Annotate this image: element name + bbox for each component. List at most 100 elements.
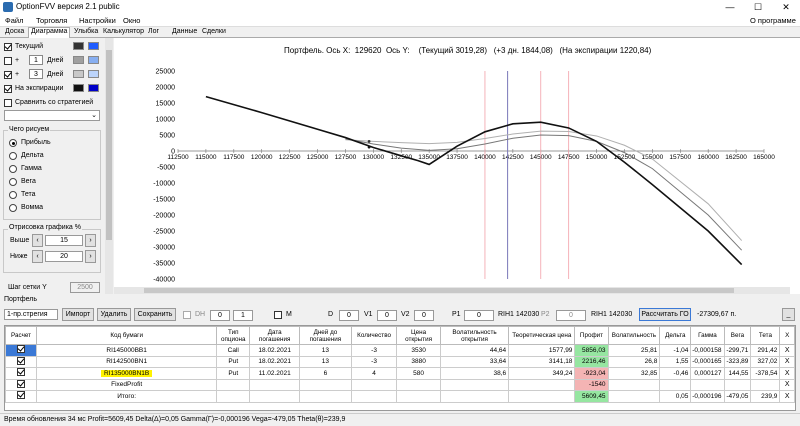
col-gamma[interactable]: Гамма: [690, 326, 725, 345]
col-qty[interactable]: Количество: [350, 326, 398, 345]
cell-x[interactable]: X: [779, 344, 795, 357]
col-calc[interactable]: Расчет: [4, 326, 38, 345]
tab-board[interactable]: Доска: [3, 28, 26, 38]
plus1-color-swatch[interactable]: [73, 56, 84, 64]
above-decrement-button[interactable]: ‹: [32, 234, 43, 247]
col-vega[interactable]: Вега: [723, 326, 752, 345]
row-calc-cell[interactable]: [4, 390, 38, 403]
m-checkbox[interactable]: [274, 311, 282, 319]
col-x[interactable]: X: [779, 326, 795, 345]
plus1-days-input[interactable]: 1: [29, 55, 43, 65]
tab-deals[interactable]: Сделки: [200, 28, 228, 38]
cell-x[interactable]: X: [779, 378, 795, 391]
current-checkbox[interactable]: [4, 42, 12, 51]
col-vol[interactable]: Волатильность: [607, 326, 661, 345]
d-input[interactable]: 0: [339, 310, 359, 321]
left-panel-scrollbar[interactable]: [105, 38, 113, 294]
cell-x[interactable]: X: [779, 355, 795, 368]
row-calc-checkbox[interactable]: [17, 345, 26, 354]
menu-settings[interactable]: Настройки: [79, 16, 116, 25]
radio-profit[interactable]: Прибыль: [9, 137, 51, 148]
v1-input[interactable]: 0: [377, 310, 397, 321]
col-type[interactable]: Тип опциона: [216, 326, 251, 345]
row-calc-cell[interactable]: [4, 355, 38, 368]
col-date[interactable]: Дата погашения: [249, 326, 301, 345]
col-theta[interactable]: Тета: [750, 326, 781, 345]
plus1-checkbox[interactable]: [4, 56, 12, 65]
calc-go-button[interactable]: Рассчитать ГО: [639, 308, 691, 321]
import-button[interactable]: Импорт: [62, 308, 94, 321]
radio-theta[interactable]: Тета: [9, 189, 36, 200]
expiry-color-swatch-2[interactable]: [88, 84, 99, 92]
dh-spinner[interactable]: 0: [210, 310, 230, 321]
above-increment-button[interactable]: ›: [85, 234, 96, 247]
plus3-checkbox[interactable]: [4, 70, 12, 79]
scrollbar-thumb[interactable]: [106, 50, 112, 240]
plus1-color-swatch-2[interactable]: [88, 56, 99, 64]
table-row[interactable]: FixedProfit -1540 X: [4, 378, 795, 391]
delete-button[interactable]: Удалить: [97, 308, 131, 321]
menu-window[interactable]: Окно: [123, 16, 140, 25]
minimize-button[interactable]: —: [716, 0, 744, 14]
current-color-swatch-2[interactable]: [88, 42, 99, 50]
row-calc-cell[interactable]: [4, 367, 38, 380]
strategy-compare-select[interactable]: ⌄: [4, 110, 100, 121]
col-price[interactable]: Цена открытия: [396, 326, 441, 345]
compare-checkbox[interactable]: [4, 98, 12, 107]
step-spinner[interactable]: 1: [233, 310, 253, 321]
close-button[interactable]: ✕: [772, 0, 800, 14]
radio-vega[interactable]: Вега: [9, 176, 36, 187]
expiry-checkbox[interactable]: [4, 84, 12, 93]
row-calc-checkbox[interactable]: [17, 356, 26, 365]
radio-gamma[interactable]: Гамма: [9, 163, 42, 174]
below-input[interactable]: 20: [45, 251, 83, 262]
tab-diagram[interactable]: Диаграмма: [28, 27, 71, 38]
cell-x[interactable]: X: [779, 390, 795, 403]
below-decrement-button[interactable]: ‹: [32, 250, 43, 263]
maximize-button[interactable]: ☐: [744, 0, 772, 14]
expiry-color-swatch[interactable]: [73, 84, 84, 92]
table-row[interactable]: RI142500BN1 Put 18.02.2021 13 -3 3880 33,64 314…: [4, 355, 795, 368]
col-profit[interactable]: Профит: [574, 326, 609, 345]
menu-about[interactable]: О программе: [750, 16, 796, 25]
v2-input[interactable]: 0: [414, 310, 434, 321]
payoff-chart[interactable]: 2500020000150001000050000-5000-10000-150…: [114, 38, 800, 287]
below-increment-button[interactable]: ›: [85, 250, 96, 263]
col-delta[interactable]: Дельта: [659, 326, 692, 345]
row-calc-cell[interactable]: [4, 344, 38, 357]
dh-checkbox[interactable]: [183, 311, 191, 319]
menu-trading[interactable]: Торговля: [36, 16, 67, 25]
hscroll-thumb[interactable]: [144, 288, 734, 293]
col-code[interactable]: Код бумаги: [36, 326, 218, 345]
chart-hscrollbar[interactable]: [114, 287, 790, 294]
row-calc-cell[interactable]: [4, 378, 38, 391]
tab-log[interactable]: Лог: [146, 28, 161, 38]
row-calc-checkbox[interactable]: [17, 391, 26, 400]
col-days[interactable]: Дней до погашения: [299, 326, 352, 345]
table-row[interactable]: RI145000BB1 Call 18.02.2021 13 -3 3530 44,64 15…: [4, 344, 795, 357]
plus3-color-swatch-2[interactable]: [88, 70, 99, 78]
cell-x[interactable]: X: [779, 367, 795, 380]
table-row[interactable]: Итого: 5609,45 0,05 -0,000196 -479,05 239,9 X: [4, 390, 795, 403]
table-row[interactable]: RI135000BN1B Put 11.02.2021 6 4 580 38,6 349,24…: [4, 367, 795, 380]
save-button[interactable]: Сохранить: [134, 308, 176, 321]
tab-calculator[interactable]: Калькулятор: [101, 28, 146, 38]
above-input[interactable]: 15: [45, 235, 83, 246]
tab-data[interactable]: Данные: [170, 28, 199, 38]
tab-smile[interactable]: Улыбка: [72, 28, 100, 38]
strategy-select[interactable]: 1-пр.стрегия: [4, 309, 58, 320]
p2-input[interactable]: 0: [556, 310, 586, 321]
plus3-color-swatch[interactable]: [73, 70, 84, 78]
radio-vomma[interactable]: Вомма: [9, 202, 43, 213]
plus3-days-input[interactable]: 3: [29, 69, 43, 79]
grid-step-input[interactable]: 2500: [70, 282, 100, 293]
p1-input[interactable]: 0: [464, 310, 494, 321]
minimize-panel-button[interactable]: _: [782, 308, 795, 321]
radio-delta[interactable]: Дельта: [9, 150, 44, 161]
current-color-swatch[interactable]: [73, 42, 84, 50]
row-calc-checkbox[interactable]: [17, 379, 26, 388]
col-theo[interactable]: Теоретическая цена: [508, 326, 576, 345]
col-vol-open[interactable]: Волатильность открытия: [439, 326, 510, 345]
menu-file[interactable]: Файл: [5, 16, 23, 25]
row-calc-checkbox[interactable]: [17, 368, 26, 377]
